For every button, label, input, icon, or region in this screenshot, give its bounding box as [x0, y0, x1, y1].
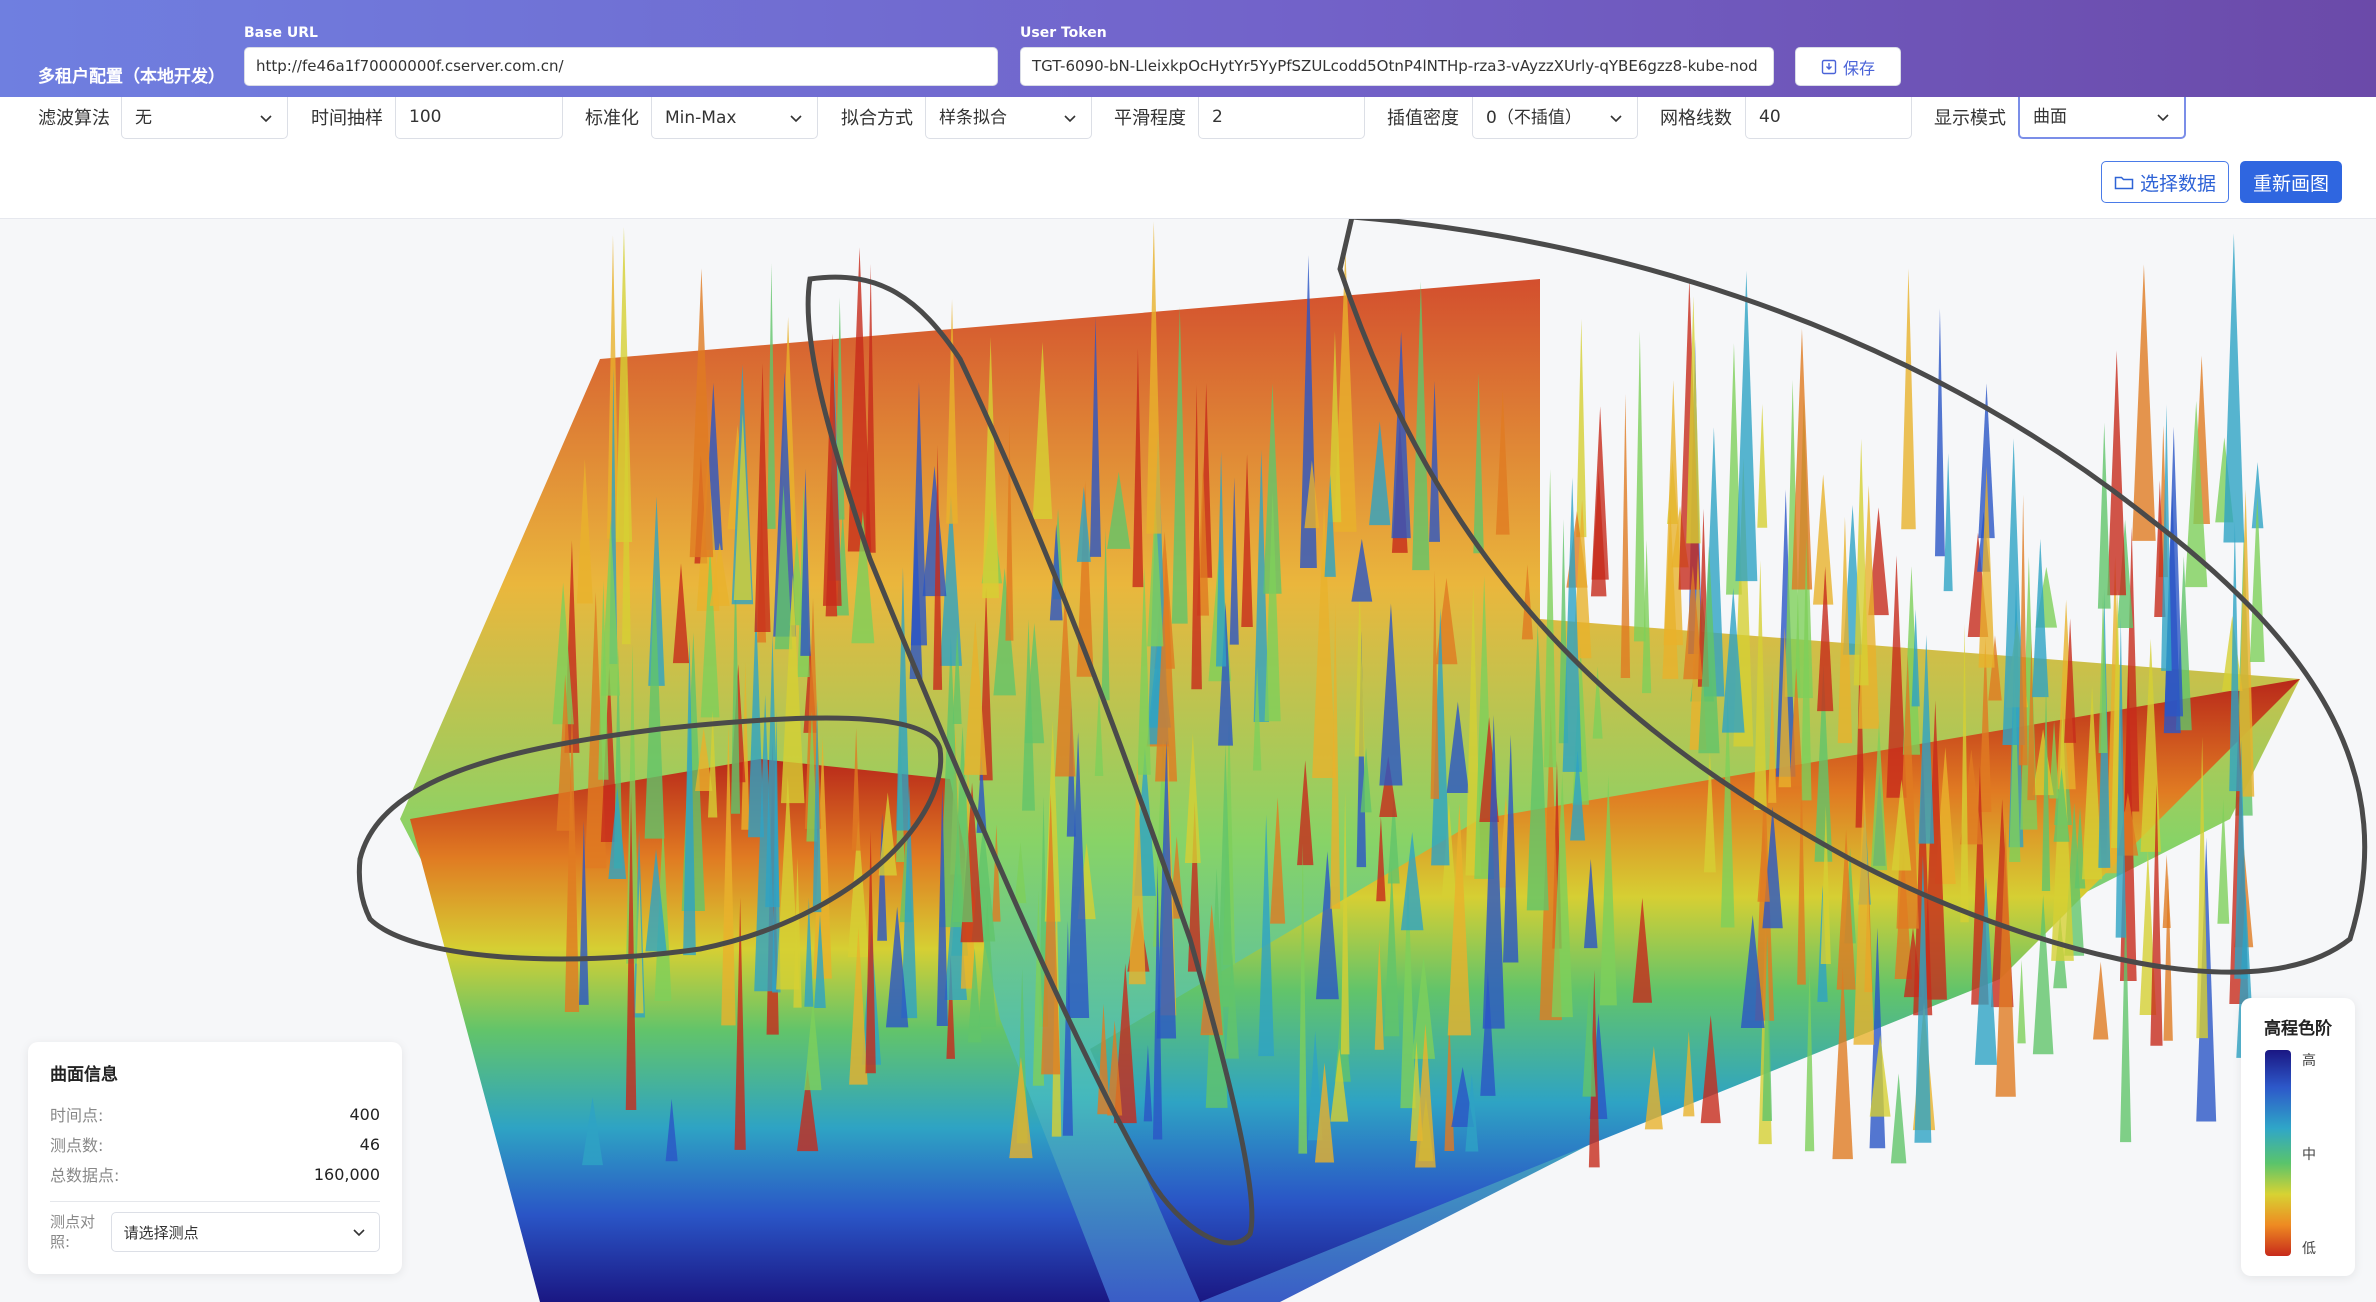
save-button-label: 保存 [1842, 58, 1875, 78]
surface-spike [1633, 330, 1646, 642]
select-data-label: 选择数据 [2140, 172, 2217, 195]
grid-label: 网格线数 [1660, 108, 1732, 129]
surface-spike [1591, 406, 1609, 580]
user-token-label: User Token [1020, 25, 1107, 41]
folder-icon [2114, 176, 2134, 190]
redraw-label: 重新画图 [2253, 172, 2330, 195]
surface-spike [2132, 264, 2156, 541]
sampling-input[interactable]: 100 [395, 97, 563, 139]
surface-spike [1757, 403, 1768, 528]
surface-spike [1791, 328, 1813, 590]
surface-spike [1934, 308, 1945, 557]
chevron-down-icon [790, 114, 802, 122]
normalize-label: 标准化 [585, 108, 639, 129]
interp-label: 插值密度 [1387, 108, 1459, 129]
surface-spike [1943, 453, 1953, 592]
display-value: 曲面 [2033, 107, 2067, 127]
surface-spike [2162, 854, 2171, 928]
surface-spike [1813, 474, 1834, 605]
sampling-label: 时间抽样 [311, 108, 383, 129]
filter-value: 无 [135, 107, 152, 128]
info-title: 曲面信息 [50, 1065, 118, 1085]
select-data-button[interactable]: 选择数据 [2101, 161, 2230, 203]
chevron-down-icon [1610, 114, 1622, 122]
compare-label: 测点对照: [50, 1213, 96, 1251]
smooth-label: 平滑程度 [1114, 108, 1186, 129]
surface-spike [2223, 233, 2245, 543]
legend-high: 高 [2302, 1053, 2316, 1069]
surface-spike [1890, 1073, 1907, 1164]
elevation-legend: 高程色阶 高 中 低 [2241, 998, 2355, 1276]
surface-spike [1620, 393, 1631, 679]
legend-title: 高程色阶 [2264, 1019, 2332, 1039]
chevron-down-icon [353, 1229, 365, 1237]
base-url-label: Base URL [244, 25, 318, 41]
info-divider [50, 1201, 380, 1202]
grid-input[interactable]: 40 [1745, 97, 1912, 139]
info-key: 时间点: [50, 1106, 104, 1125]
filter-label: 滤波算法 [38, 108, 110, 129]
surface-info-panel: 曲面信息 时间点: 400 测点数: 46 总数据点: 160,000 测点对照… [28, 1042, 402, 1274]
tenant-config-header: 多租户配置（本地开发） Base URL http://fe46a1f70000… [0, 0, 2376, 97]
surface-spike [2017, 960, 2026, 1044]
chevron-down-icon [2157, 114, 2169, 122]
tenant-config-title: 多租户配置（本地开发） [38, 67, 225, 87]
display-select[interactable]: 曲面 [2018, 97, 2186, 139]
info-key: 总数据点: [50, 1166, 120, 1185]
info-row: 时间点: 400 [50, 1099, 380, 1129]
interp-value: 0（不插值） [1486, 107, 1582, 128]
smooth-input[interactable]: 2 [1198, 97, 1365, 139]
user-token-input[interactable]: TGT-6090-bN-LleixkpOcHytYr5YyPfSZULcodd5… [1020, 47, 1774, 86]
normalize-value: Min-Max [665, 107, 737, 128]
surface-spike [2093, 961, 2109, 1040]
chevron-down-icon [260, 114, 272, 122]
fit-label: 拟合方式 [841, 108, 913, 129]
chevron-down-icon [1064, 114, 1076, 122]
display-label: 显示模式 [1934, 108, 2006, 129]
surface-body [400, 221, 2300, 1302]
info-value: 160,000 [313, 1164, 380, 1184]
surface-spike [1901, 268, 1916, 530]
surface-spike [1543, 469, 1557, 768]
fit-select[interactable]: 样条拟合 [925, 97, 1092, 139]
interp-select[interactable]: 0（不插值） [1472, 97, 1638, 139]
info-value: 400 [349, 1104, 380, 1124]
base-url-input[interactable]: http://fe46a1f70000000f.cserver.com.cn/ [244, 47, 998, 86]
save-button[interactable]: 保存 [1795, 47, 1901, 86]
legend-mid: 中 [2302, 1147, 2316, 1163]
info-key: 测点数: [50, 1136, 104, 1155]
info-row: 测点数: 46 [50, 1129, 380, 1159]
filter-select[interactable]: 无 [121, 97, 288, 139]
legend-low: 低 [2302, 1241, 2316, 1257]
control-bar: 滤波算法 无 时间抽样 100 标准化 Min-Max 拟合方式 样条拟合 平滑… [0, 97, 2376, 219]
info-row: 总数据点: 160,000 [50, 1159, 380, 1189]
fit-value: 样条拟合 [939, 107, 1007, 128]
surface-spike [1735, 270, 1758, 582]
save-icon [1821, 59, 1837, 74]
compare-placeholder: 请选择测点 [123, 1223, 199, 1242]
surface-spike [2107, 350, 2127, 596]
normalize-select[interactable]: Min-Max [651, 97, 818, 139]
compare-select[interactable]: 请选择测点 [110, 1212, 380, 1252]
legend-color-bar [2265, 1050, 2291, 1256]
redraw-button[interactable]: 重新画图 [2240, 161, 2343, 203]
surface-spike [2097, 422, 2111, 609]
info-value: 46 [359, 1134, 380, 1154]
surface-spike [1576, 318, 1587, 538]
